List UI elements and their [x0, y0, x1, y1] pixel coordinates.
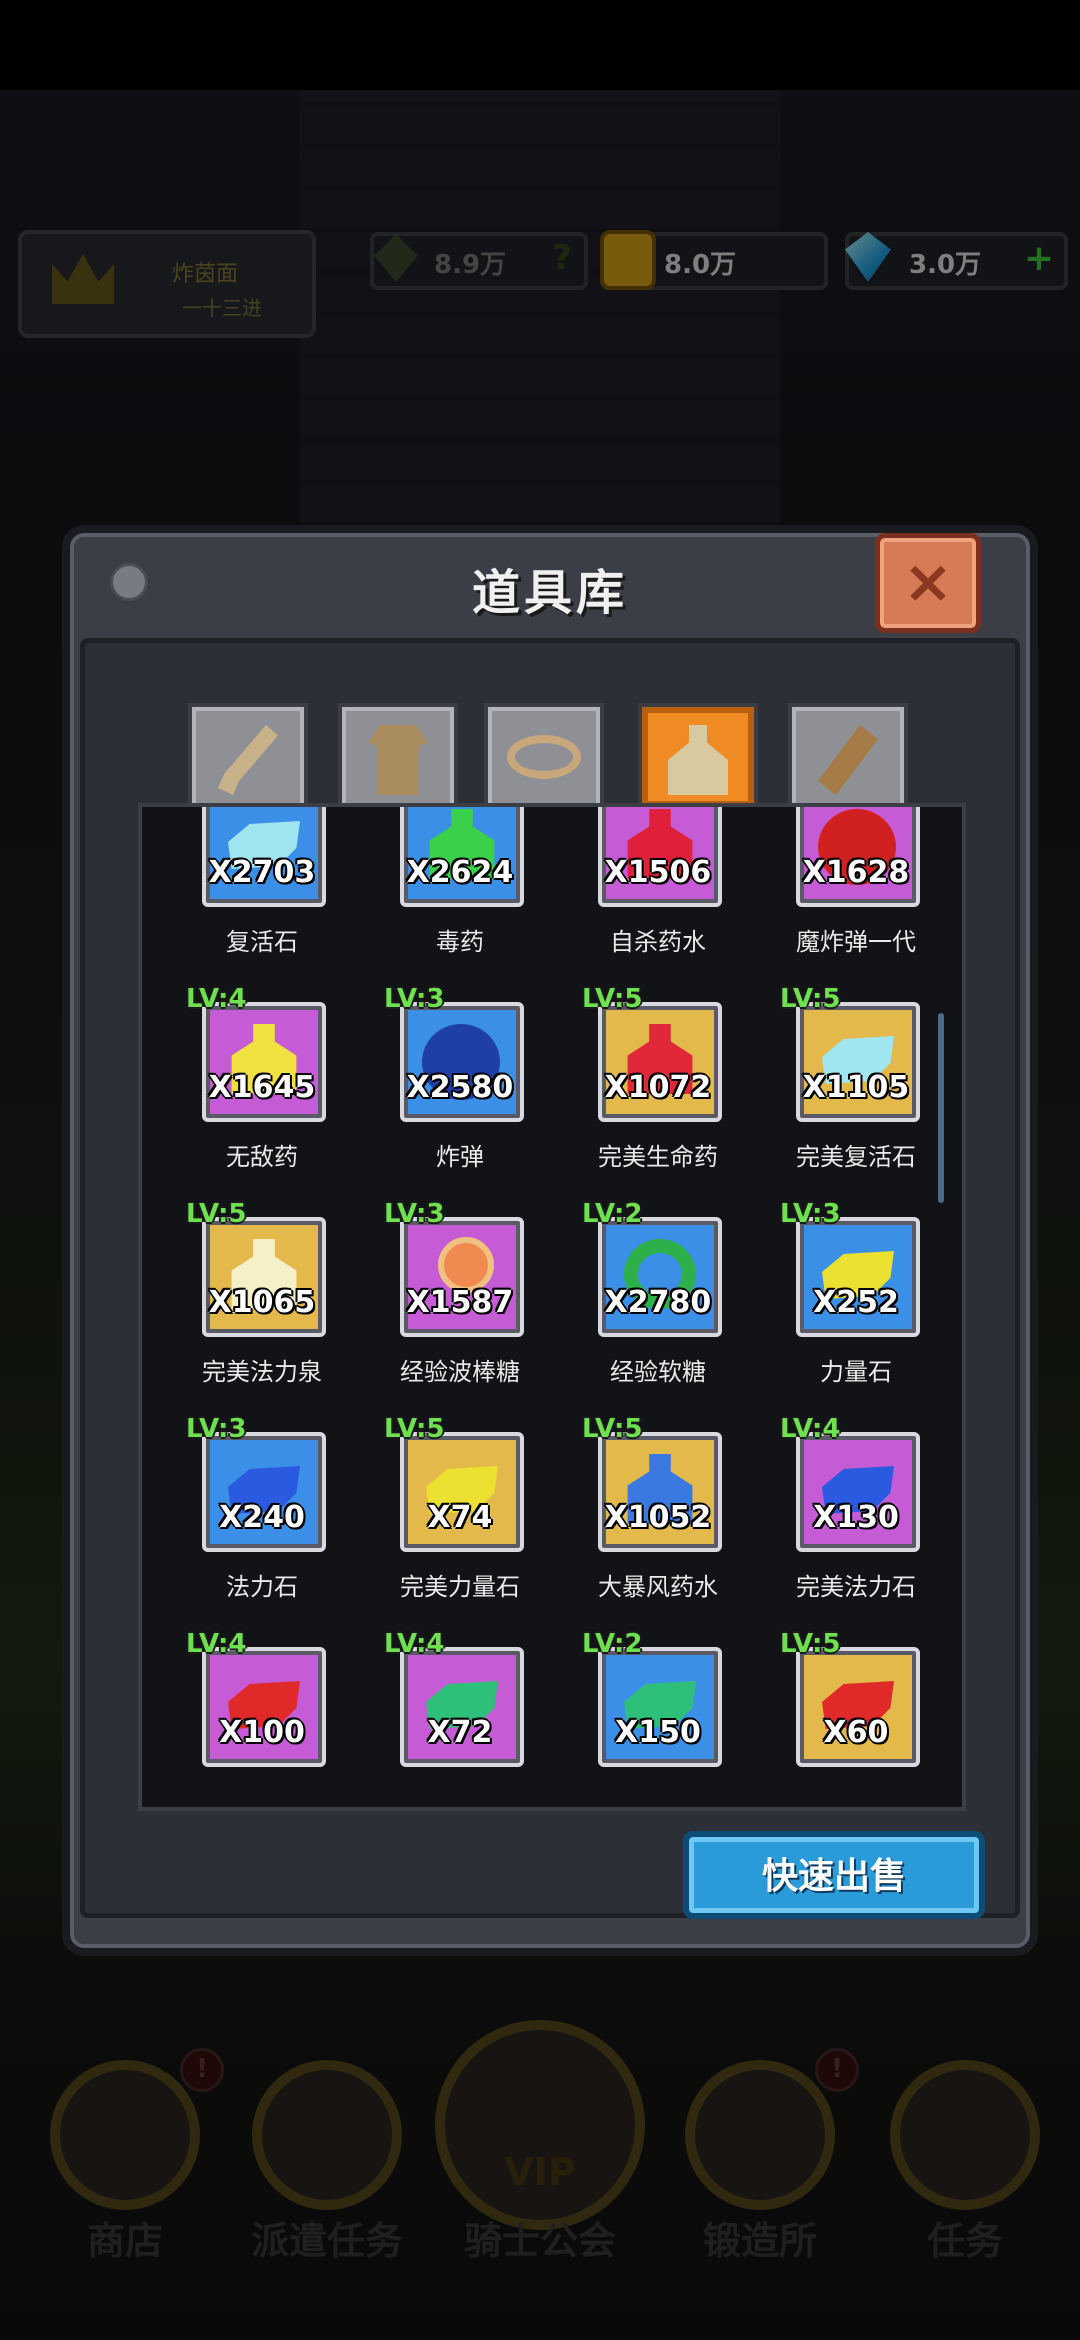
- item-name: 无敌药: [226, 1143, 298, 1171]
- item-quantity: X150: [615, 1715, 701, 1750]
- item-level: LV:5: [582, 984, 643, 1014]
- tab-weapons[interactable]: [188, 703, 308, 807]
- item-level: LV:3: [186, 1414, 247, 1444]
- item-name: 力量石: [820, 1358, 892, 1386]
- inventory-item[interactable]: LV:4 X130 完美法力石: [756, 1412, 956, 1627]
- inventory-item[interactable]: LV:5 X1072 完美生命药: [558, 982, 758, 1197]
- item-grid-scrollbar[interactable]: [938, 1013, 944, 1203]
- item-grid[interactable]: X2703 复活石 X2624 毒药 X1506 自杀药水 X1628 魔炸弹一代 LV:4 X1…: [138, 803, 966, 1811]
- potion-icon: [668, 725, 728, 795]
- inventory-dialog: 道具库 × X2703 复活石 X2624 毒药 X1506 自杀药水 X1628 魔炸弹一代…: [62, 525, 1038, 1956]
- quick-sell-button[interactable]: 快速出售: [683, 1831, 985, 1919]
- tab-materials[interactable]: [788, 703, 908, 807]
- item-level: LV:3: [384, 984, 445, 1014]
- item-level: LV:2: [582, 1199, 643, 1229]
- tab-armor[interactable]: [338, 703, 458, 807]
- item-name: 大暴风药水: [598, 1573, 718, 1601]
- inventory-item[interactable]: LV:5 X74 完美力量石: [360, 1412, 560, 1627]
- item-name: 炸弹: [436, 1143, 484, 1171]
- item-level: LV:5: [384, 1414, 445, 1444]
- item-quantity: X74: [427, 1500, 493, 1535]
- inventory-item[interactable]: LV:4 X100: [162, 1627, 362, 1807]
- item-quantity: X1072: [604, 1070, 712, 1105]
- tab-rings[interactable]: [484, 703, 604, 807]
- item-level: LV:4: [186, 984, 247, 1014]
- item-quantity: X72: [427, 1715, 493, 1750]
- item-name: 完美生命药: [598, 1143, 718, 1171]
- tab-consumables[interactable]: [638, 703, 758, 807]
- item-name: 经验软糖: [610, 1358, 706, 1386]
- inventory-item[interactable]: LV:5 X60: [756, 1627, 956, 1807]
- item-level: LV:5: [780, 1629, 841, 1659]
- item-quantity: X1587: [406, 1285, 514, 1320]
- item-quantity: X1506: [604, 855, 712, 890]
- item-quantity: X2703: [208, 855, 316, 890]
- inventory-item[interactable]: X2703 复活石: [162, 807, 362, 982]
- item-level: LV:4: [780, 1414, 841, 1444]
- item-name: 复活石: [226, 928, 298, 956]
- item-name: 完美法力石: [796, 1573, 916, 1601]
- item-name: 完美复活石: [796, 1143, 916, 1171]
- item-name: 经验波棒糖: [400, 1358, 520, 1386]
- armor-icon: [368, 725, 428, 795]
- inventory-item[interactable]: LV:2 X150: [558, 1627, 758, 1807]
- close-button[interactable]: ×: [875, 533, 981, 633]
- inventory-item[interactable]: LV:5 X1105 完美复活石: [756, 982, 956, 1197]
- item-quantity: X60: [823, 1715, 889, 1750]
- item-name: 完美法力泉: [202, 1358, 322, 1386]
- item-level: LV:4: [186, 1629, 247, 1659]
- item-quantity: X100: [219, 1715, 305, 1750]
- inventory-item[interactable]: LV:4 X1645 无敌药: [162, 982, 362, 1197]
- inventory-item[interactable]: X1628 魔炸弹一代: [756, 807, 956, 982]
- item-quantity: X1645: [208, 1070, 316, 1105]
- inventory-item[interactable]: LV:5 X1065 完美法力泉: [162, 1197, 362, 1412]
- item-name: 魔炸弹一代: [796, 928, 916, 956]
- item-quantity: X240: [219, 1500, 305, 1535]
- item-level: LV:4: [384, 1629, 445, 1659]
- quick-sell-label: 快速出售: [761, 1856, 906, 1897]
- item-name: 自杀药水: [610, 928, 706, 956]
- item-level: LV:3: [780, 1199, 841, 1229]
- item-quantity: X1628: [802, 855, 910, 890]
- inventory-item[interactable]: LV:5 X1052 大暴风药水: [558, 1412, 758, 1627]
- item-quantity: X1065: [208, 1285, 316, 1320]
- item-level: LV:5: [780, 984, 841, 1014]
- sword-icon: [218, 725, 278, 795]
- inventory-item[interactable]: LV:3 X2580 炸弹: [360, 982, 560, 1197]
- inventory-item[interactable]: X1506 自杀药水: [558, 807, 758, 982]
- item-quantity: X130: [813, 1500, 899, 1535]
- item-name: 法力石: [226, 1573, 298, 1601]
- item-level: LV:3: [384, 1199, 445, 1229]
- item-level: LV:5: [186, 1199, 247, 1229]
- inventory-item[interactable]: LV:4 X72: [360, 1627, 560, 1807]
- item-level: LV:5: [582, 1414, 643, 1444]
- wood-icon: [818, 725, 878, 795]
- close-icon: ×: [902, 547, 954, 617]
- inventory-item[interactable]: X2624 毒药: [360, 807, 560, 982]
- item-quantity: X1052: [604, 1500, 712, 1535]
- inventory-item[interactable]: LV:3 X1587 经验波棒糖: [360, 1197, 560, 1412]
- item-name: 毒药: [436, 928, 484, 956]
- item-quantity: X2624: [406, 855, 514, 890]
- inventory-item[interactable]: LV:2 X2780 经验软糖: [558, 1197, 758, 1412]
- item-quantity: X252: [813, 1285, 899, 1320]
- item-name: 完美力量石: [400, 1573, 520, 1601]
- ring-icon: [507, 735, 581, 779]
- inventory-item[interactable]: LV:3 X240 法力石: [162, 1412, 362, 1627]
- item-quantity: X2580: [406, 1070, 514, 1105]
- item-quantity: X1105: [802, 1070, 910, 1105]
- item-level: LV:2: [582, 1629, 643, 1659]
- item-quantity: X2780: [604, 1285, 712, 1320]
- inventory-item[interactable]: LV:3 X252 力量石: [756, 1197, 956, 1412]
